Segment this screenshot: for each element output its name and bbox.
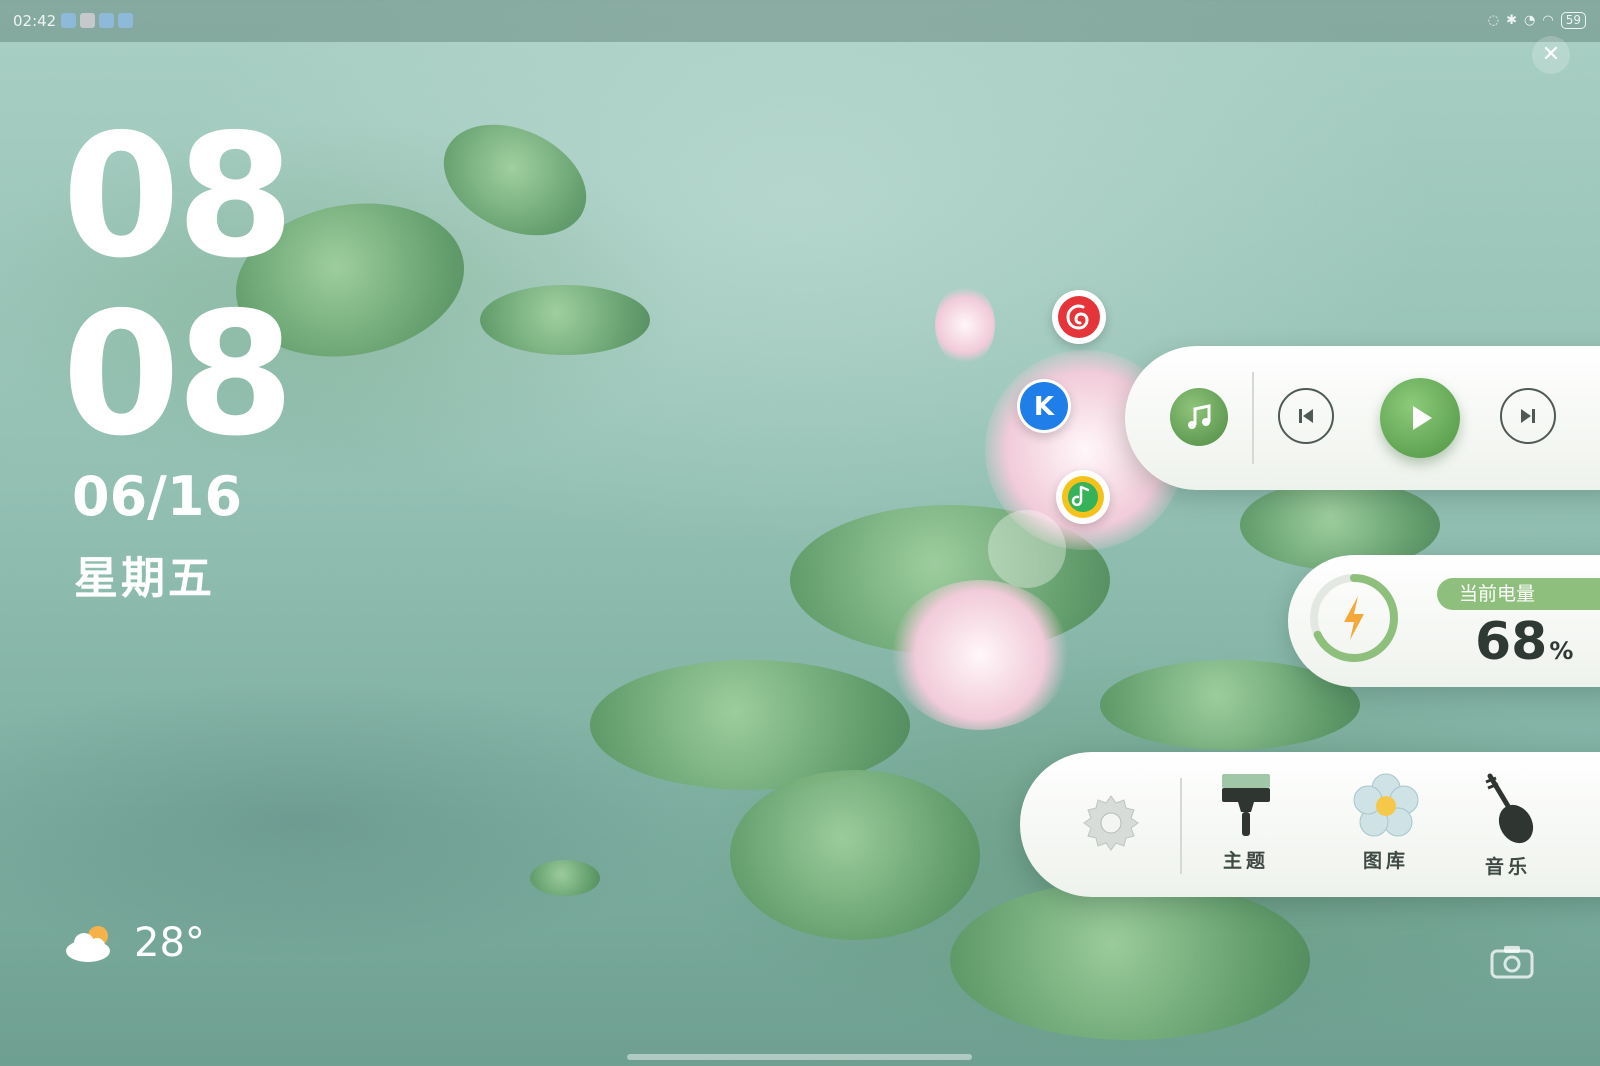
battery-ring — [1310, 574, 1398, 662]
notification-icons — [61, 13, 133, 28]
home-indicator[interactable] — [627, 1054, 972, 1060]
notification-app-icon — [80, 13, 95, 28]
netease-cloud-music-icon — [1058, 296, 1100, 338]
play-icon — [1413, 406, 1432, 430]
vibrate-icon: ◌ — [1487, 13, 1500, 28]
notification-app-icon — [118, 13, 133, 28]
dock-item-gallery[interactable]: 图库 — [1352, 772, 1420, 873]
close-button[interactable]: ✕ — [1532, 36, 1570, 74]
kugou-music-icon: K — [1020, 382, 1068, 430]
battery-percentage: 68% — [1475, 612, 1573, 672]
svg-text:K: K — [1034, 392, 1055, 422]
lotus-leaf — [730, 770, 980, 940]
notification-app-icon — [99, 13, 114, 28]
previous-track-button[interactable] — [1278, 388, 1334, 444]
pipa-instrument-icon — [1485, 773, 1534, 844]
bluetooth-icon: ✱ — [1506, 13, 1518, 28]
battery-value: 68 — [1475, 612, 1548, 672]
dock-label-gallery: 图库 — [1362, 850, 1409, 872]
music-divider — [1252, 372, 1254, 464]
music-app-button[interactable] — [1170, 388, 1228, 446]
skip-previous-icon — [1299, 409, 1313, 423]
qq-music-icon — [1062, 476, 1104, 518]
dock-divider — [1180, 778, 1182, 874]
battery-status: 59 — [1560, 12, 1586, 29]
lotus-leaf — [950, 880, 1310, 1040]
lotus-bud — [935, 285, 995, 365]
lotus-leaf — [530, 860, 600, 896]
dock-label-theme: 主题 — [1222, 850, 1269, 872]
settings-gear-icon[interactable] — [1078, 790, 1144, 856]
close-icon: ✕ — [1541, 42, 1561, 67]
lotus-flower — [890, 580, 1070, 730]
play-button[interactable] — [1380, 378, 1460, 458]
dock-label-music: 音乐 — [1484, 856, 1531, 878]
wifi-icon: ◠ — [1542, 13, 1554, 28]
clock-hour: 08 — [62, 98, 295, 296]
weather-temperature: 28° — [134, 920, 205, 966]
lotus-leaf — [425, 102, 605, 258]
clock: 08 08 — [62, 98, 295, 474]
battery-label: 当前电量 — [1437, 578, 1600, 610]
dock-item-theme[interactable]: 主题 — [1218, 772, 1274, 873]
notification-app-icon — [61, 13, 76, 28]
dock-item-music[interactable]: 音乐 — [1478, 772, 1538, 879]
weekday: 星期五 — [74, 553, 215, 604]
battery-unit: % — [1549, 637, 1574, 665]
camera-icon[interactable] — [1490, 945, 1534, 979]
status-right: ◌ ✱ ◔ ◠ 59 — [1488, 12, 1586, 29]
partly-cloudy-icon — [66, 926, 110, 962]
floating-touch-bubble[interactable] — [988, 510, 1066, 588]
status-time: 02:42 — [13, 12, 57, 30]
netease-music-app[interactable] — [1052, 290, 1106, 344]
date: 06/16 — [72, 465, 243, 528]
kugou-music-app[interactable]: K — [1017, 379, 1071, 433]
weather[interactable]: 28° — [64, 920, 205, 966]
status-bar: 02:42 ◌ ✱ ◔ ◠ 59 — [0, 0, 1600, 42]
next-track-button[interactable] — [1500, 388, 1556, 444]
paint-brush-icon — [1222, 774, 1270, 836]
qq-music-app[interactable] — [1056, 470, 1110, 524]
clock-minute: 08 — [62, 276, 295, 474]
flower-gallery-icon — [1353, 773, 1419, 837]
lotus-leaf — [480, 285, 650, 355]
charging-bolt-icon — [1344, 596, 1364, 640]
mute-icon: ◔ — [1524, 13, 1536, 28]
music-note-icon — [1188, 404, 1211, 429]
skip-next-icon — [1521, 409, 1535, 423]
